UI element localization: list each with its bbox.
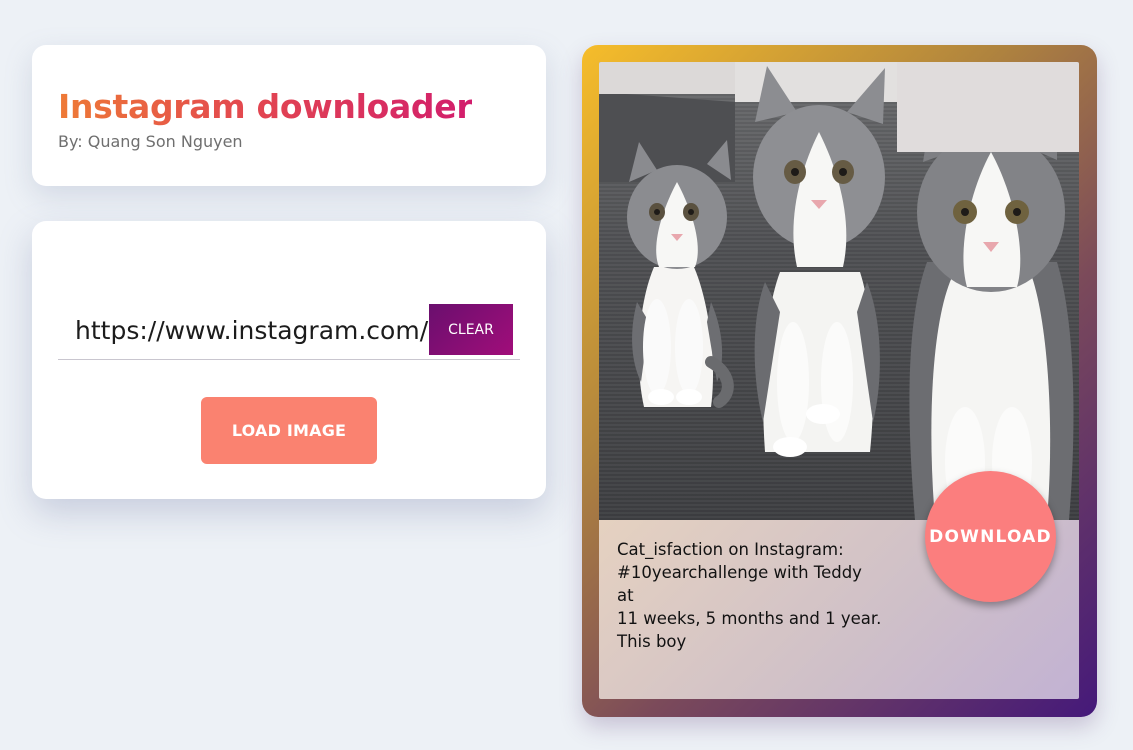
clear-button[interactable]: CLEAR bbox=[429, 304, 513, 355]
cat-photo-panel-2 bbox=[735, 62, 897, 520]
result-content: Cat_isfaction on Instagram: #10yearchall… bbox=[599, 62, 1079, 699]
caption-line: Cat_isfaction on Instagram: bbox=[617, 540, 844, 559]
post-image bbox=[599, 62, 1079, 520]
cat-photo-panel-1 bbox=[599, 62, 735, 520]
url-form-card: CLEAR LOAD IMAGE bbox=[32, 221, 546, 499]
caption-line: 11 weeks, 5 months and 1 year. bbox=[617, 609, 882, 628]
url-field-row: CLEAR bbox=[58, 304, 520, 360]
caption-line: This boy bbox=[617, 632, 687, 651]
title-card: Instagram downloader By: Quang Son Nguye… bbox=[32, 45, 546, 186]
photo-backdrop bbox=[599, 62, 735, 94]
post-caption: Cat_isfaction on Instagram: #10yearchall… bbox=[617, 538, 882, 653]
url-input[interactable] bbox=[58, 304, 429, 358]
cat-photo-panel-3 bbox=[897, 62, 1079, 520]
app-title: Instagram downloader bbox=[58, 87, 473, 126]
kitten-illustration bbox=[599, 92, 735, 408]
young-cat-illustration bbox=[735, 62, 897, 457]
download-button[interactable]: DOWNLOAD bbox=[925, 471, 1056, 602]
result-card: Cat_isfaction on Instagram: #10yearchall… bbox=[582, 45, 1097, 717]
app-author: By: Quang Son Nguyen bbox=[58, 132, 243, 151]
caption-line: #10yearchallenge with Teddy at bbox=[617, 563, 862, 605]
load-image-button[interactable]: LOAD IMAGE bbox=[201, 397, 377, 464]
photo-backdrop bbox=[897, 62, 1079, 152]
